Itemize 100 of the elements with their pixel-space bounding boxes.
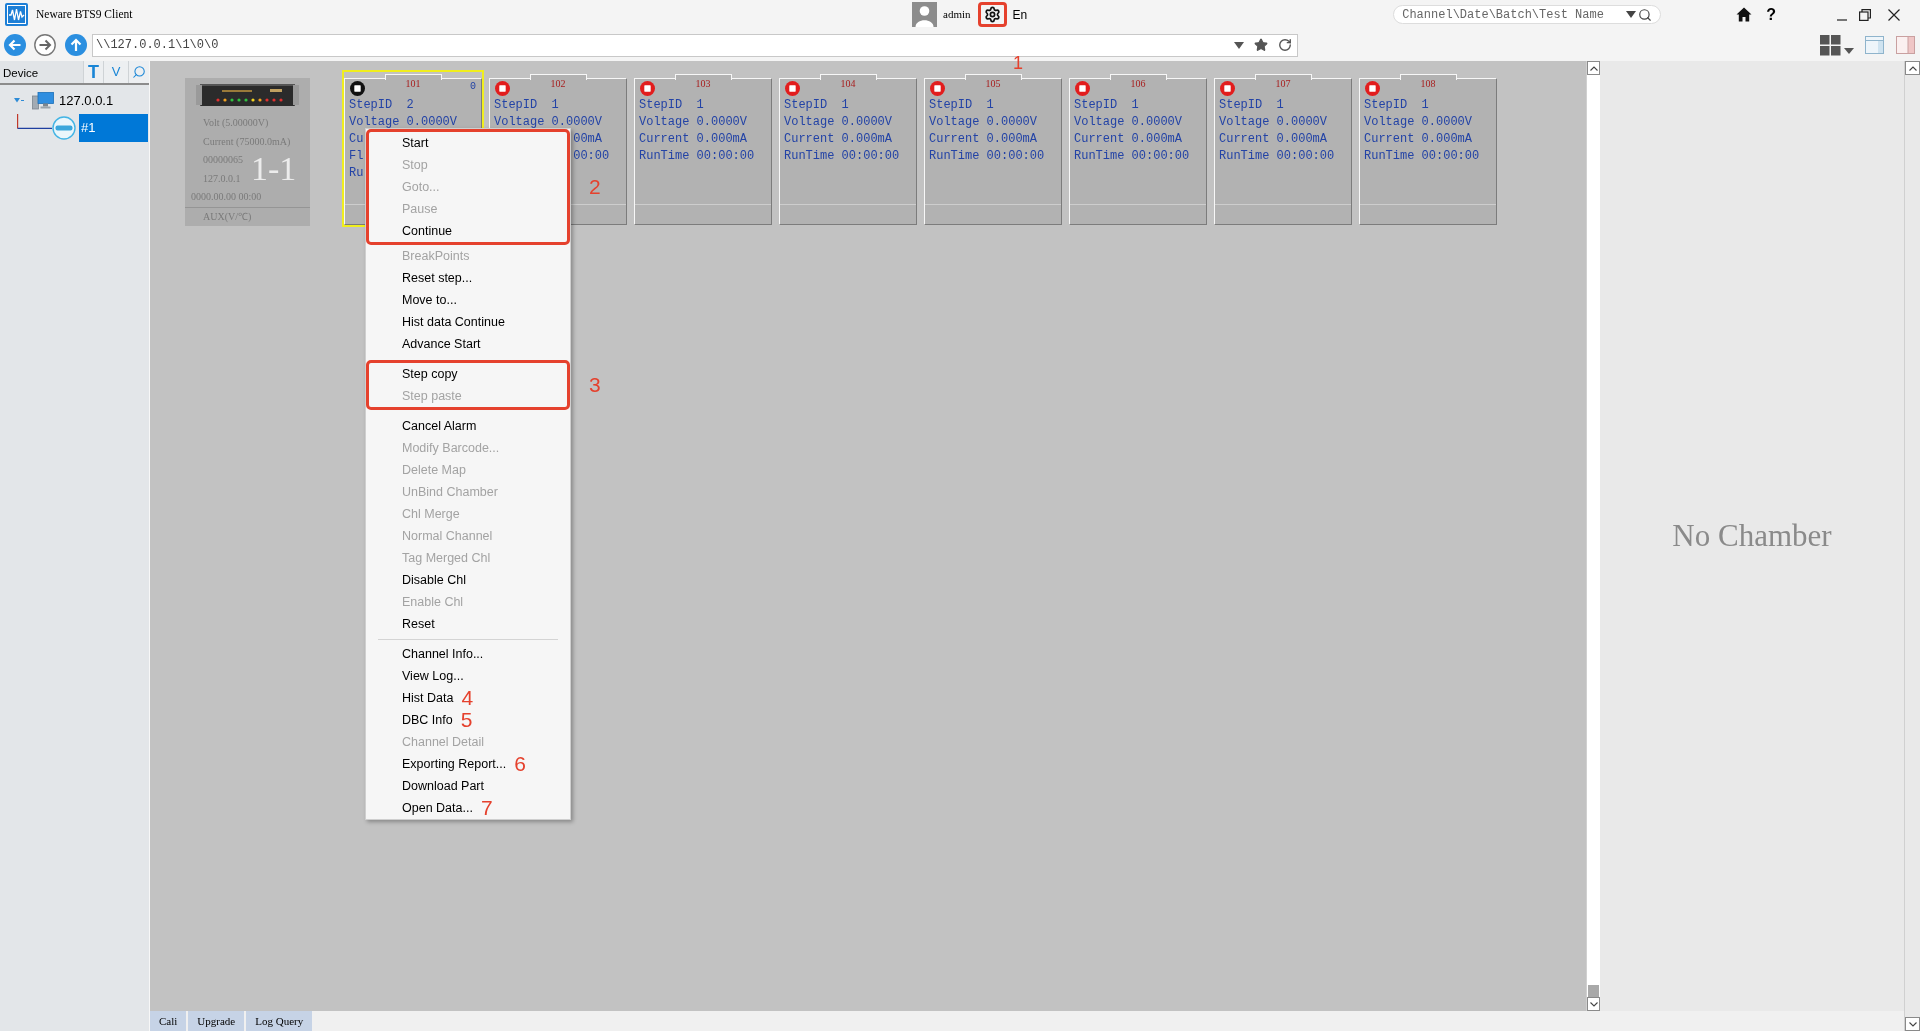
chevron-down-icon bbox=[1589, 1001, 1598, 1007]
field-value: 00:00 bbox=[573, 150, 610, 163]
restore-icon[interactable] bbox=[1859, 8, 1871, 21]
menu-item[interactable]: Download Part bbox=[369, 776, 487, 796]
menu-item[interactable]: Disable Chl bbox=[369, 570, 469, 590]
forward-button[interactable] bbox=[34, 34, 56, 56]
channel-icon bbox=[52, 116, 76, 140]
field-label: StepID bbox=[349, 99, 393, 112]
field-label: Ru bbox=[349, 167, 364, 180]
close-icon[interactable] bbox=[1888, 8, 1900, 21]
menu-item[interactable]: View Log... bbox=[369, 666, 467, 686]
field-label: Voltage bbox=[1364, 116, 1415, 129]
field-label: StepID bbox=[494, 99, 538, 112]
menu-item[interactable]: Hist data Continue bbox=[369, 312, 508, 332]
settings-button[interactable] bbox=[983, 6, 1001, 23]
channel-number: 108 bbox=[1420, 79, 1436, 89]
callout-number: 2 bbox=[589, 176, 601, 198]
dropdown-caret-icon bbox=[1626, 11, 1637, 18]
menu-item[interactable]: Exporting Report... bbox=[369, 754, 510, 774]
callout-number: 4 bbox=[461, 688, 474, 708]
menu-item[interactable]: Step copy bbox=[369, 364, 461, 384]
scroll-down-button[interactable] bbox=[1587, 997, 1600, 1011]
field-label: Voltage bbox=[494, 116, 545, 129]
menu-item[interactable]: Cancel Alarm bbox=[369, 416, 480, 436]
language-button[interactable]: En bbox=[1012, 7, 1028, 22]
field-label: Current bbox=[929, 133, 980, 146]
star-icon[interactable] bbox=[1254, 38, 1268, 52]
tree-connector bbox=[17, 114, 52, 129]
field-value: 0.0000V bbox=[986, 116, 1038, 129]
menu-item[interactable]: Open Data... bbox=[369, 798, 476, 818]
back-button[interactable] bbox=[4, 34, 26, 56]
field-label: StepID bbox=[1074, 99, 1118, 112]
callout-number: 3 bbox=[589, 374, 601, 396]
panel-title: Device bbox=[2, 66, 40, 81]
field-value: 0.000mA bbox=[1421, 133, 1473, 146]
grid-view-icon[interactable] bbox=[1820, 34, 1855, 56]
scrollbar[interactable] bbox=[1586, 61, 1600, 1011]
scroll-up-button[interactable] bbox=[1587, 61, 1600, 75]
refresh-icon[interactable] bbox=[1278, 38, 1292, 52]
computer-icon bbox=[32, 91, 54, 110]
help-button[interactable]: ? bbox=[1766, 5, 1776, 24]
settings-icon bbox=[983, 6, 1001, 23]
count-label: 0 bbox=[470, 81, 476, 92]
search-field[interactable]: Channel\Date\Batch\Test Name bbox=[1393, 5, 1662, 24]
menu-item[interactable]: Reset bbox=[369, 614, 438, 634]
field-value: 0.000mA bbox=[696, 133, 748, 146]
menu-item[interactable]: DBC Info bbox=[369, 710, 456, 730]
field-value: 0.000mA bbox=[1276, 133, 1328, 146]
field-label: Current bbox=[639, 133, 690, 146]
tree-item[interactable]: #1 bbox=[79, 114, 148, 142]
tab[interactable]: Cali bbox=[150, 1011, 187, 1031]
field-value: 1 bbox=[1421, 99, 1429, 112]
field-value: 00:00:00 bbox=[986, 150, 1045, 163]
field-value: 00:00:00 bbox=[1276, 150, 1335, 163]
field-value: 1 bbox=[1276, 99, 1284, 112]
arrow-right-icon bbox=[34, 34, 56, 56]
field-label: Current bbox=[784, 133, 835, 146]
scroll-down-button[interactable] bbox=[1905, 1017, 1920, 1031]
field-value: 00mA bbox=[573, 133, 602, 146]
field-label: Cu bbox=[349, 133, 364, 146]
home-icon[interactable] bbox=[1736, 7, 1753, 22]
menu-item[interactable]: Continue bbox=[369, 221, 456, 241]
field-value: 0.0000V bbox=[551, 116, 603, 129]
field-value: 00:00:00 bbox=[696, 150, 755, 163]
field-label: RunTime bbox=[1074, 150, 1125, 163]
field-label: RunTime bbox=[1219, 150, 1270, 163]
up-button[interactable] bbox=[65, 34, 87, 56]
field-value: 1 bbox=[986, 99, 994, 112]
tab[interactable]: Upgrade bbox=[188, 1011, 245, 1031]
field-value: 1 bbox=[696, 99, 704, 112]
channel-number: 104 bbox=[840, 79, 856, 89]
expanded-arrow-icon[interactable] bbox=[14, 96, 24, 105]
field-value: 0.0000V bbox=[841, 116, 893, 129]
callout-number: 1 bbox=[1013, 57, 1023, 70]
field-value: 0.000mA bbox=[1131, 133, 1183, 146]
tree-item[interactable]: 127.0.0.1 bbox=[57, 90, 116, 111]
menu-item[interactable]: Channel Info... bbox=[369, 644, 487, 664]
search-icon bbox=[132, 65, 146, 79]
address-field[interactable]: \\127.0.0.1\1\0\0 bbox=[92, 33, 1298, 57]
menu-item[interactable]: Reset step... bbox=[369, 268, 476, 288]
scroll-thumb[interactable] bbox=[1588, 985, 1599, 997]
tab[interactable]: Log Query bbox=[246, 1011, 313, 1031]
field-label: Current bbox=[1364, 133, 1415, 146]
scroll-up-button[interactable] bbox=[1905, 61, 1920, 75]
empty-message: No Chamber bbox=[1672, 516, 1832, 555]
search-icon bbox=[1638, 7, 1653, 22]
scrollbar[interactable] bbox=[1904, 61, 1920, 1031]
menu-item[interactable]: Hist Data bbox=[369, 688, 457, 708]
menu-item[interactable]: Advance Start bbox=[369, 334, 484, 354]
menu-item[interactable]: Move to... bbox=[369, 290, 460, 310]
field-value: 00:00:00 bbox=[841, 150, 900, 163]
user-name: admin bbox=[943, 7, 971, 23]
field-label: StepID bbox=[639, 99, 683, 112]
channel-number: 105 bbox=[985, 79, 1001, 89]
field-label: Voltage bbox=[1219, 116, 1270, 129]
callout-number: 6 bbox=[514, 754, 526, 774]
field-label: StepID bbox=[1219, 99, 1263, 112]
menu-item[interactable]: Start bbox=[369, 133, 432, 153]
field-label: StepID bbox=[1364, 99, 1408, 112]
callout-number: 5 bbox=[460, 710, 473, 730]
